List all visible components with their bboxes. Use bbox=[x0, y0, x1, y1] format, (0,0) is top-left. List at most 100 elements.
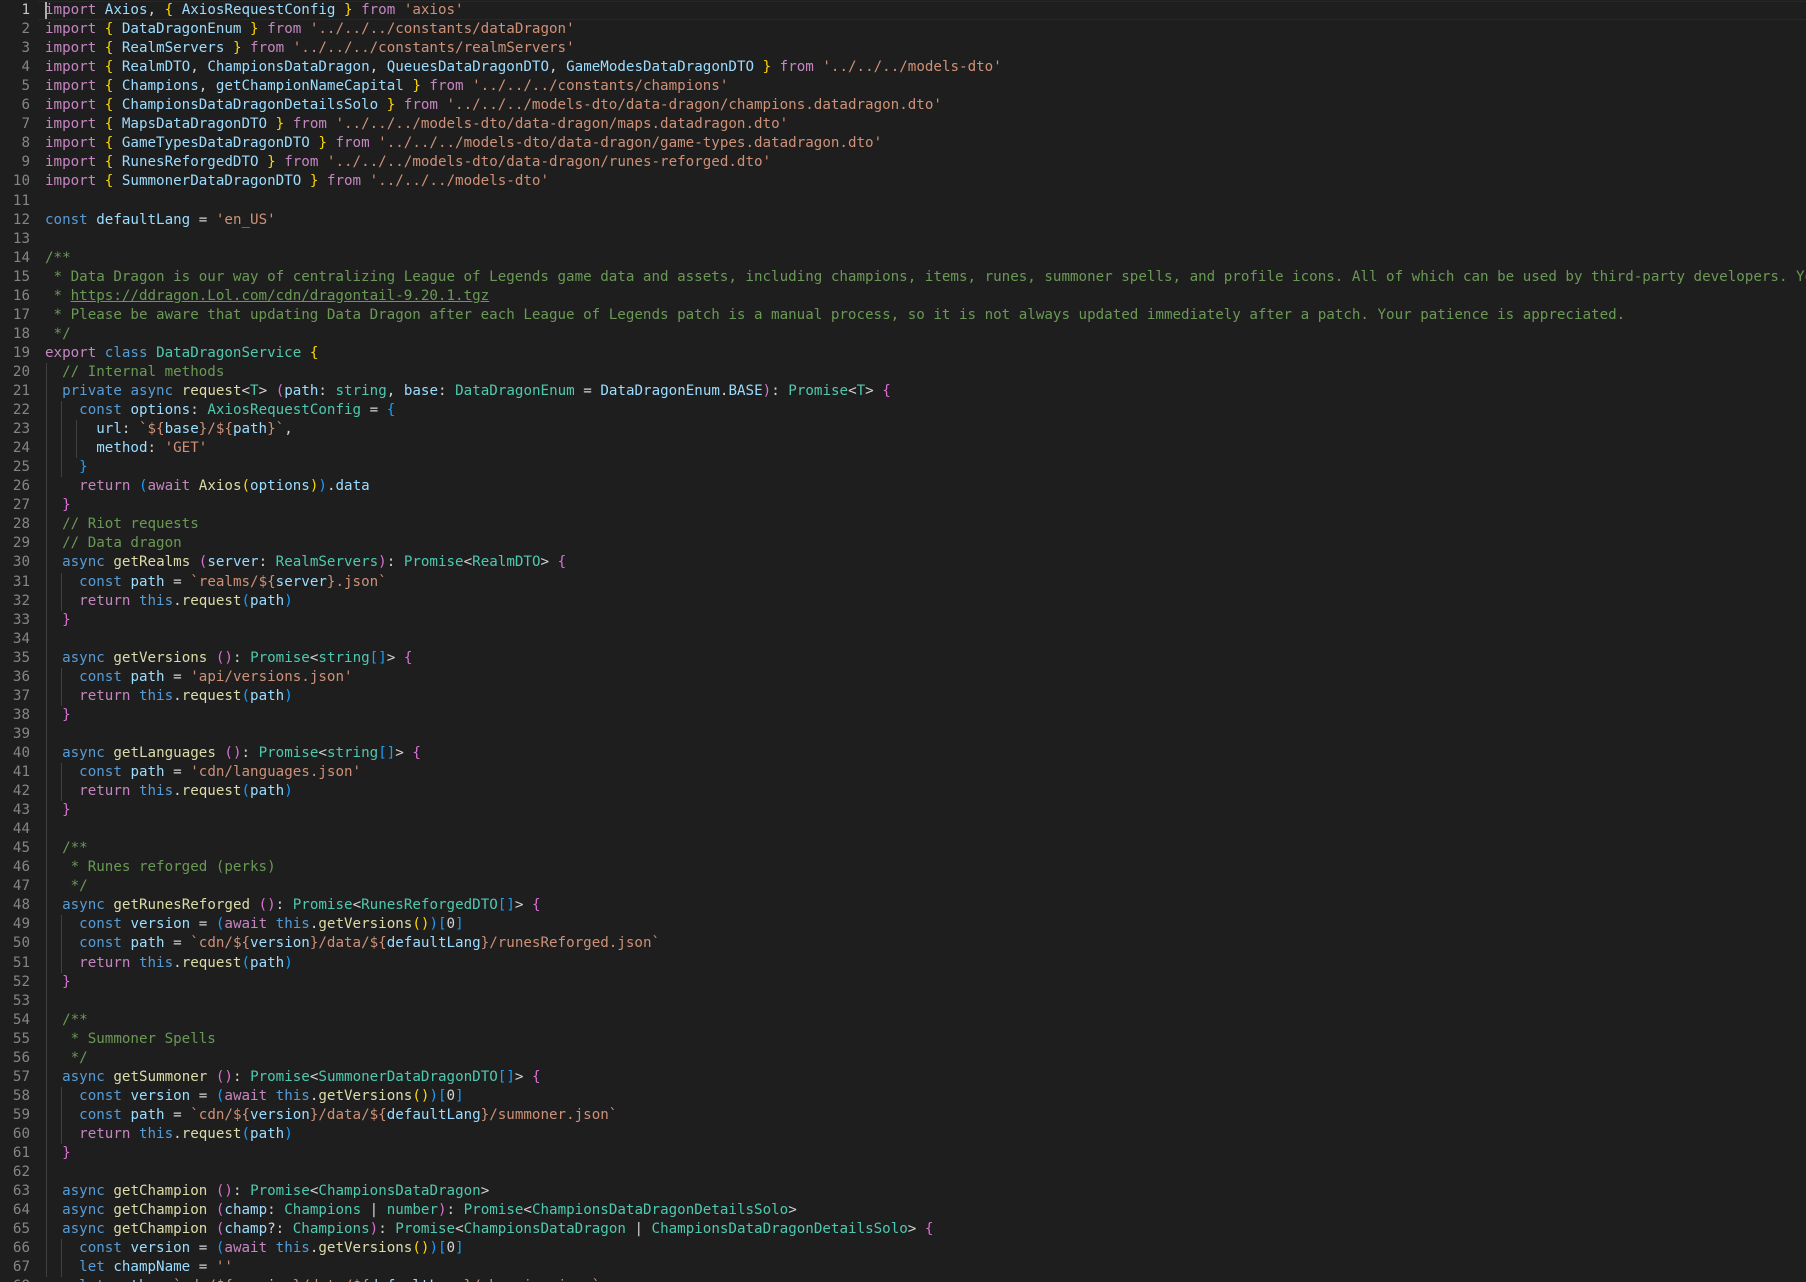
code-line[interactable]: 26 return (await Axios(options)).data bbox=[0, 477, 1806, 496]
code-token: const bbox=[79, 402, 122, 419]
code-line[interactable]: 40 async getLanguages (): Promise<string… bbox=[0, 744, 1806, 763]
line-code: import { RealmServers } from '../../../c… bbox=[45, 39, 575, 58]
code-token: Axios bbox=[104, 2, 148, 18]
code-line[interactable]: 42 return this.request(path) bbox=[0, 782, 1806, 801]
code-line[interactable]: 36 const path = 'api/versions.json' bbox=[0, 668, 1806, 687]
code-token: = bbox=[190, 211, 216, 228]
code-line[interactable]: 39 bbox=[0, 725, 1806, 744]
code-line[interactable]: 18 */ bbox=[0, 325, 1806, 344]
code-line[interactable]: 25 } bbox=[0, 458, 1806, 477]
line-number: 18 bbox=[12, 325, 30, 342]
code-line[interactable]: 53 bbox=[0, 992, 1806, 1011]
code-token: await bbox=[224, 916, 268, 933]
code-line[interactable]: 28 // Riot requests bbox=[0, 515, 1806, 534]
code-line[interactable]: 65 async getChampion (champ?: Champions)… bbox=[0, 1220, 1806, 1239]
code-line[interactable]: 8 import { GameTypesDataDragonDTO } from … bbox=[0, 134, 1806, 153]
code-line[interactable]: 33 } bbox=[0, 611, 1806, 630]
code-line[interactable]: 30 async getRealms (server: RealmServers… bbox=[0, 553, 1806, 572]
code-line[interactable]: 56 */ bbox=[0, 1049, 1806, 1068]
code-token: . bbox=[173, 954, 182, 971]
code-line[interactable]: 50 const path = `cdn/${version}/data/${d… bbox=[0, 934, 1806, 953]
code-editor[interactable]: 1 import Axios, { AxiosRequestConfig } fr… bbox=[0, 0, 1806, 1282]
code-line[interactable]: 61 } bbox=[0, 1144, 1806, 1163]
code-line[interactable]: 34 bbox=[0, 630, 1806, 649]
code-line[interactable]: 6 import { ChampionsDataDragonDetailsSolo… bbox=[0, 96, 1806, 115]
code-line[interactable]: 22 const options: AxiosRequestConfig = { bbox=[0, 401, 1806, 420]
code-line[interactable]: 48 async getRunesReforged (): Promise<Ru… bbox=[0, 896, 1806, 915]
code-line[interactable]: 14 /** bbox=[0, 249, 1806, 268]
code-token: ChampionsDataDragon bbox=[207, 59, 370, 76]
code-line[interactable]: 21 private async request<T> (path: strin… bbox=[0, 382, 1806, 401]
code-line[interactable]: 32 return this.request(path) bbox=[0, 592, 1806, 611]
code-line[interactable]: 2 import { DataDragonEnum } from '../../.… bbox=[0, 20, 1806, 39]
line-number: 28 bbox=[12, 516, 30, 533]
code-line[interactable]: 38 } bbox=[0, 706, 1806, 725]
code-token: ?: bbox=[267, 1221, 293, 1238]
code-token: version bbox=[250, 1106, 310, 1123]
code-token: export bbox=[45, 344, 97, 361]
code-line[interactable]: 9 import { RunesReforgedDTO } from '../..… bbox=[0, 153, 1806, 172]
code-line[interactable]: 3 import { RealmServers } from '../../../… bbox=[0, 39, 1806, 58]
line-number: 44 bbox=[12, 821, 30, 838]
code-line[interactable]: 16 * https://ddragon.Lol.com/cdn/dragont… bbox=[0, 287, 1806, 306]
code-line[interactable]: 12 const defaultLang = 'en_US' bbox=[0, 211, 1806, 230]
code-token: this bbox=[138, 783, 174, 800]
code-line[interactable]: 19 export class DataDragonService { bbox=[0, 344, 1806, 363]
code-line[interactable]: 54 /** bbox=[0, 1011, 1806, 1030]
code-line[interactable]: 44 bbox=[0, 820, 1806, 839]
code-token: import bbox=[45, 154, 97, 171]
code-line[interactable]: 67 let champName = '' bbox=[0, 1258, 1806, 1277]
code-line[interactable]: 43 } bbox=[0, 801, 1806, 820]
code-line[interactable]: 58 const version = (await this.getVersio… bbox=[0, 1087, 1806, 1106]
code-line[interactable]: 5 import { Champions, getChampionNameCapi… bbox=[0, 77, 1806, 96]
code-line[interactable]: 27 } bbox=[0, 496, 1806, 515]
code-line[interactable]: 35 async getVersions (): Promise<string[… bbox=[0, 649, 1806, 668]
code-line[interactable]: 24 method: 'GET' bbox=[0, 439, 1806, 458]
line-code: /** bbox=[45, 839, 88, 858]
line-code: const path = `cdn/${version}/data/${defa… bbox=[45, 934, 660, 953]
line-number: 65 bbox=[12, 1221, 30, 1238]
code-line[interactable]: 57 async getSummoner (): Promise<Summone… bbox=[0, 1068, 1806, 1087]
code-line[interactable]: 52 } bbox=[0, 973, 1806, 992]
code-line[interactable]: 4 import { RealmDTO, ChampionsDataDragon,… bbox=[0, 58, 1806, 77]
code-line[interactable]: 55 * Summoner Spells bbox=[0, 1030, 1806, 1049]
code-line[interactable]: 1 import Axios, { AxiosRequestConfig } fr… bbox=[0, 1, 1806, 20]
code-token: < bbox=[352, 897, 362, 914]
code-line[interactable]: 7 import { MapsDataDragonDTO } from '../.… bbox=[0, 115, 1806, 134]
code-line[interactable]: 11 bbox=[0, 192, 1806, 211]
code-line[interactable]: 41 const path = 'cdn/languages.json' bbox=[0, 763, 1806, 782]
line-code: * Data Dragon is our way of centralizing… bbox=[45, 268, 1806, 287]
code-line[interactable]: 68 let path = `cdn/${version}/data/${def… bbox=[0, 1277, 1806, 1282]
code-line[interactable]: 46 * Runes reforged (perks) bbox=[0, 858, 1806, 877]
code-line[interactable]: 45 /** bbox=[0, 839, 1806, 858]
code-token: { bbox=[924, 1221, 934, 1238]
code-line[interactable]: 10 import { SummonerDataDragonDTO } from … bbox=[0, 172, 1806, 191]
code-line[interactable]: 23 url: `${base}/${path}`, bbox=[0, 420, 1806, 439]
code-line[interactable]: 29 // Data dragon bbox=[0, 534, 1806, 553]
code-line[interactable]: 17 * Please be aware that updating Data … bbox=[0, 306, 1806, 325]
code-line[interactable]: 20 // Internal methods bbox=[0, 363, 1806, 382]
code-line[interactable]: 59 const path = `cdn/${version}/data/${d… bbox=[0, 1106, 1806, 1125]
line-code: * https://ddragon.Lol.com/cdn/dragontail… bbox=[45, 287, 490, 306]
code-line[interactable]: 60 return this.request(path) bbox=[0, 1125, 1806, 1144]
code-line[interactable]: 62 bbox=[0, 1163, 1806, 1182]
line-code: */ bbox=[45, 1049, 88, 1068]
code-line[interactable]: 15 * Data Dragon is our way of centraliz… bbox=[0, 268, 1806, 287]
code-line[interactable]: 51 return this.request(path) bbox=[0, 954, 1806, 973]
code-line[interactable]: 64 async getChampion (champ: Champions |… bbox=[0, 1201, 1806, 1220]
code-line[interactable]: 47 */ bbox=[0, 877, 1806, 896]
code-line[interactable]: 37 return this.request(path) bbox=[0, 687, 1806, 706]
code-token: ( bbox=[241, 783, 251, 800]
code-line[interactable]: 49 const version = (await this.getVersio… bbox=[0, 915, 1806, 934]
code-line[interactable]: 13 bbox=[0, 230, 1806, 249]
code-line[interactable]: 31 const path = `realms/${server}.json` bbox=[0, 573, 1806, 592]
code-line[interactable]: 63 async getChampion (): Promise<Champio… bbox=[0, 1182, 1806, 1201]
code-line[interactable]: 66 const version = (await this.getVersio… bbox=[0, 1239, 1806, 1258]
code-token: : bbox=[147, 440, 165, 457]
